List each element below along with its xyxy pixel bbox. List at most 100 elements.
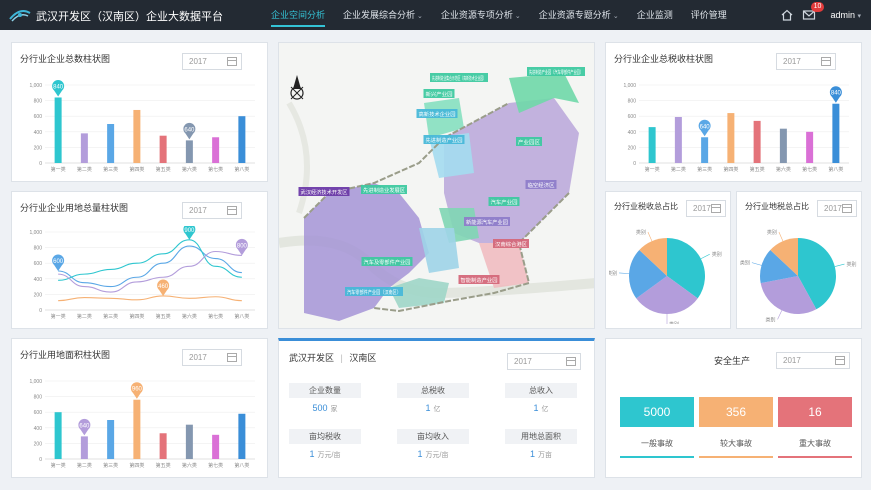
land-use-chart: 0 200 400 600 800 1,000 第一类 第二类 第三类 第四类 第五类 第六类 第七类 第… — [29, 226, 255, 320]
map-label[interactable]: 先进制造业发展区 — [361, 185, 407, 194]
bar[interactable] — [779, 128, 787, 163]
series-line[interactable] — [58, 295, 242, 302]
map-label[interactable]: 高新技术企业园 — [416, 109, 458, 118]
y-tick-label: 600 — [34, 114, 43, 120]
bar[interactable] — [832, 103, 840, 163]
map-label[interactable]: 临空经济区 — [525, 180, 557, 189]
map-label[interactable]: 先进制造业集合示范区（高新技术企业园） — [430, 73, 488, 82]
safety-count-box[interactable]: 16 — [778, 397, 852, 427]
map-label[interactable]: 智能制造产业园 — [458, 275, 500, 284]
series-line[interactable] — [58, 250, 242, 293]
bar[interactable] — [238, 413, 246, 459]
map-label[interactable]: 先进制造产业园 — [423, 135, 465, 144]
year-value: 2017 — [693, 204, 711, 213]
bar[interactable] — [674, 116, 682, 163]
panel-title: 分行业税收总占比 — [614, 202, 678, 211]
nav-item[interactable]: 企业发展综合分析 ⌄ — [334, 0, 432, 30]
pie-label: 类别 — [767, 229, 777, 236]
bar[interactable] — [648, 127, 656, 163]
value-callout[interactable]: 640 — [183, 122, 196, 140]
nav-item[interactable]: 企业监测 — [628, 0, 682, 30]
user-menu[interactable]: admin ▾ — [830, 10, 861, 20]
nav-item[interactable]: 企业资源专题分析 ⌄ — [530, 0, 628, 30]
bar[interactable] — [159, 135, 167, 163]
year-select[interactable]: 2017 — [182, 202, 242, 219]
y-tick-label: 0 — [39, 161, 42, 167]
callout-label: 960 — [132, 387, 143, 393]
bar[interactable] — [238, 116, 246, 163]
x-tick-label: 第二类 — [77, 166, 92, 173]
district-name-primary[interactable]: 武汉开发区 — [289, 353, 334, 363]
bar[interactable] — [107, 420, 115, 459]
nav-item[interactable]: 评价管理 — [682, 0, 736, 30]
safety-underline — [778, 456, 852, 458]
value-callout[interactable]: 600 — [52, 254, 65, 271]
value-callout[interactable]: 840 — [52, 80, 65, 97]
callout-label: 460 — [158, 284, 169, 290]
map-label-text: 汽车及零部件产业园 — [364, 259, 411, 266]
bar[interactable] — [212, 137, 220, 163]
value-callout[interactable]: 960 — [130, 382, 143, 399]
bar[interactable] — [107, 124, 115, 163]
year-select[interactable]: 2017 — [817, 200, 857, 217]
x-tick-label: 第五类 — [750, 166, 765, 173]
bar[interactable] — [212, 434, 220, 459]
map-label[interactable]: 新能源汽车产业园 — [464, 217, 510, 226]
district-map[interactable]: 先进制造业集合示范区（高新技术企业园） 新兴产业园高新技术企业园 先进制造产业园（汽… — [279, 43, 595, 329]
map-label[interactable]: 产业园区 — [516, 137, 542, 146]
map-label[interactable]: 先进制造产业园（汽车零部件产业园） — [527, 67, 585, 76]
value-callout[interactable]: 460 — [157, 279, 170, 296]
x-tick-label: 第一类 — [51, 166, 66, 173]
value-callout[interactable]: 640 — [698, 119, 711, 137]
safety-count-box[interactable]: 5000 — [620, 397, 694, 427]
bar[interactable] — [806, 131, 814, 163]
map-label[interactable]: 汽车零部件产业园（汉南区） — [345, 287, 403, 296]
map-label[interactable]: 武汉经济技术开发区 — [298, 187, 350, 196]
bar[interactable] — [701, 137, 709, 163]
y-tick-label: 200 — [34, 441, 43, 447]
year-select[interactable]: 2017 — [182, 349, 242, 366]
nav-item[interactable]: 企业空间分析 — [262, 0, 334, 30]
y-tick-label: 1,000 — [29, 379, 42, 385]
stat-number: 1 — [533, 403, 539, 413]
bar[interactable] — [727, 113, 735, 163]
bar[interactable] — [80, 133, 88, 163]
year-value: 2017 — [783, 57, 801, 66]
panel-title: 分行业用地面积柱状图 — [20, 350, 111, 360]
value-callout[interactable]: 640 — [78, 418, 91, 436]
revenue-panel: 分行业企业总税收柱状图 2017 0 200 400 600 800 1,000 第一类 第二… — [605, 42, 862, 182]
bar[interactable] — [159, 433, 167, 459]
year-select[interactable]: 2017 — [776, 352, 850, 369]
year-select[interactable]: 2017 — [776, 53, 836, 70]
home-icon[interactable] — [780, 8, 794, 22]
year-select[interactable]: 2017 — [507, 353, 581, 370]
safety-count-box[interactable]: 356 — [699, 397, 773, 427]
value-callout[interactable]: 900 — [183, 226, 196, 240]
nav-item-label: 评价管理 — [690, 10, 727, 20]
bar[interactable] — [54, 412, 62, 459]
map-label[interactable]: 汽车产业园 — [488, 197, 520, 206]
map-label-text: 先进制造业集合示范区（高新技术企业园） — [432, 75, 486, 82]
bar[interactable] — [753, 120, 761, 163]
year-select[interactable]: 2017 — [182, 53, 242, 70]
series-line[interactable] — [58, 239, 242, 281]
x-tick-label: 第二类 — [77, 313, 92, 320]
map-label[interactable]: 汉南综合港区 — [493, 239, 529, 248]
map-panel[interactable]: 先进制造业集合示范区（高新技术企业园） 新兴产业园高新技术企业园 先进制造产业园（汽… — [278, 42, 595, 329]
year-select[interactable]: 2017 — [686, 200, 726, 217]
pie-tax-chart: 类别类别类别类别 — [609, 229, 722, 324]
bar[interactable] — [185, 140, 193, 163]
map-label[interactable]: 新兴产业园 — [423, 89, 455, 98]
bar[interactable] — [133, 109, 141, 163]
bar[interactable] — [54, 97, 62, 163]
notification-button[interactable]: 10 — [802, 2, 825, 22]
bar[interactable] — [133, 399, 141, 459]
map-label[interactable]: 汽车及零部件产业园 — [361, 257, 413, 266]
value-callout[interactable]: 800 — [235, 238, 248, 256]
bar[interactable] — [185, 424, 193, 459]
district-name-secondary[interactable]: 汉南区 — [349, 353, 376, 363]
bar[interactable] — [80, 436, 88, 459]
nav-item[interactable]: 企业资源专项分析 ⌄ — [432, 0, 530, 30]
value-callout[interactable]: 840 — [829, 86, 842, 103]
safety-underline — [620, 456, 694, 458]
